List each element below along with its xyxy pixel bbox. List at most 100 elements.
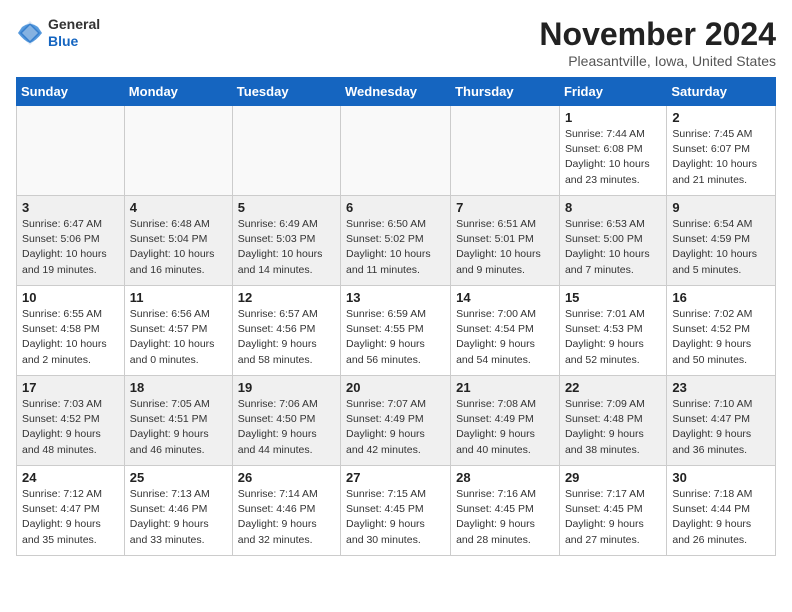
day-info: Sunrise: 7:15 AM Sunset: 4:45 PM Dayligh…	[346, 487, 445, 548]
day-info: Sunrise: 7:45 AM Sunset: 6:07 PM Dayligh…	[672, 127, 770, 188]
day-number: 14	[456, 290, 554, 305]
weekday-header-sunday: Sunday	[17, 78, 125, 106]
day-number: 11	[130, 290, 227, 305]
calendar-cell	[451, 106, 560, 196]
day-number: 18	[130, 380, 227, 395]
day-number: 13	[346, 290, 445, 305]
day-info: Sunrise: 7:03 AM Sunset: 4:52 PM Dayligh…	[22, 397, 119, 458]
day-number: 6	[346, 200, 445, 215]
calendar-cell: 5 Sunrise: 6:49 AM Sunset: 5:03 PM Daylig…	[232, 196, 340, 286]
day-number: 25	[130, 470, 227, 485]
day-info: Sunrise: 7:05 AM Sunset: 4:51 PM Dayligh…	[130, 397, 227, 458]
calendar-cell: 15Sunrise: 7:01 AM Sunset: 4:53 PM Dayli…	[559, 286, 666, 376]
page-header: General Blue November 2024 Pleasantville…	[16, 16, 776, 69]
day-number: 22	[565, 380, 661, 395]
day-number: 1	[565, 110, 661, 125]
calendar-cell: 12 Sunrise: 6:57 AM Sunset: 4:56 PM Dayli…	[232, 286, 340, 376]
day-info: Sunrise: 7:02 AM Sunset: 4:52 PM Dayligh…	[672, 307, 770, 368]
calendar-week-row-5: 24 Sunrise: 7:12 AM Sunset: 4:47 PM Dayli…	[17, 466, 776, 556]
day-info: Sunrise: 7:00 AM Sunset: 4:54 PM Dayligh…	[456, 307, 554, 368]
calendar-cell: 29 Sunrise: 7:17 AM Sunset: 4:45 PM Dayli…	[559, 466, 666, 556]
day-info: Sunrise: 7:17 AM Sunset: 4:45 PM Dayligh…	[565, 487, 661, 548]
calendar-week-row-2: 3 Sunrise: 6:47 AM Sunset: 5:06 PM Daylig…	[17, 196, 776, 286]
calendar-cell: 2 Sunrise: 7:45 AM Sunset: 6:07 PM Daylig…	[667, 106, 776, 196]
day-number: 28	[456, 470, 554, 485]
calendar-cell: 21 Sunrise: 7:08 AM Sunset: 4:49 PM Dayli…	[451, 376, 560, 466]
day-info: Sunrise: 6:59 AM Sunset: 4:55 PM Dayligh…	[346, 307, 445, 368]
weekday-header-tuesday: Tuesday	[232, 78, 340, 106]
calendar-cell: 13 Sunrise: 6:59 AM Sunset: 4:55 PM Dayli…	[341, 286, 451, 376]
day-info: Sunrise: 6:47 AM Sunset: 5:06 PM Dayligh…	[22, 217, 119, 278]
weekday-header-monday: Monday	[124, 78, 232, 106]
calendar-cell	[341, 106, 451, 196]
day-info: Sunrise: 6:54 AM Sunset: 4:59 PM Dayligh…	[672, 217, 770, 278]
day-info: Sunrise: 7:08 AM Sunset: 4:49 PM Dayligh…	[456, 397, 554, 458]
day-info: Sunrise: 6:56 AM Sunset: 4:57 PM Dayligh…	[130, 307, 227, 368]
calendar-cell: 28 Sunrise: 7:16 AM Sunset: 4:45 PM Dayli…	[451, 466, 560, 556]
day-info: Sunrise: 6:50 AM Sunset: 5:02 PM Dayligh…	[346, 217, 445, 278]
day-info: Sunrise: 6:51 AM Sunset: 5:01 PM Dayligh…	[456, 217, 554, 278]
day-number: 2	[672, 110, 770, 125]
day-number: 19	[238, 380, 335, 395]
calendar-cell: 17 Sunrise: 7:03 AM Sunset: 4:52 PM Dayli…	[17, 376, 125, 466]
calendar-cell: 25Sunrise: 7:13 AM Sunset: 4:46 PM Dayli…	[124, 466, 232, 556]
day-number: 17	[22, 380, 119, 395]
day-info: Sunrise: 6:48 AM Sunset: 5:04 PM Dayligh…	[130, 217, 227, 278]
calendar-cell: 7Sunrise: 6:51 AM Sunset: 5:01 PM Daylig…	[451, 196, 560, 286]
calendar-cell: 22 Sunrise: 7:09 AM Sunset: 4:48 PM Dayli…	[559, 376, 666, 466]
day-info: Sunrise: 7:07 AM Sunset: 4:49 PM Dayligh…	[346, 397, 445, 458]
weekday-header-friday: Friday	[559, 78, 666, 106]
calendar-cell: 24 Sunrise: 7:12 AM Sunset: 4:47 PM Dayli…	[17, 466, 125, 556]
calendar-week-row-3: 10 Sunrise: 6:55 AM Sunset: 4:58 PM Dayli…	[17, 286, 776, 376]
day-number: 21	[456, 380, 554, 395]
day-number: 12	[238, 290, 335, 305]
calendar-cell: 1Sunrise: 7:44 AM Sunset: 6:08 PM Daylig…	[559, 106, 666, 196]
day-number: 5	[238, 200, 335, 215]
day-info: Sunrise: 7:10 AM Sunset: 4:47 PM Dayligh…	[672, 397, 770, 458]
calendar-cell: 26 Sunrise: 7:14 AM Sunset: 4:46 PM Dayli…	[232, 466, 340, 556]
day-info: Sunrise: 6:55 AM Sunset: 4:58 PM Dayligh…	[22, 307, 119, 368]
calendar-cell	[124, 106, 232, 196]
day-info: Sunrise: 7:09 AM Sunset: 4:48 PM Dayligh…	[565, 397, 661, 458]
day-info: Sunrise: 6:53 AM Sunset: 5:00 PM Dayligh…	[565, 217, 661, 278]
calendar-cell: 3 Sunrise: 6:47 AM Sunset: 5:06 PM Daylig…	[17, 196, 125, 286]
calendar-cell: 23 Sunrise: 7:10 AM Sunset: 4:47 PM Dayli…	[667, 376, 776, 466]
day-number: 4	[130, 200, 227, 215]
calendar-cell: 6 Sunrise: 6:50 AM Sunset: 5:02 PM Daylig…	[341, 196, 451, 286]
location-text: Pleasantville, Iowa, United States	[539, 53, 776, 69]
day-info: Sunrise: 7:06 AM Sunset: 4:50 PM Dayligh…	[238, 397, 335, 458]
day-number: 10	[22, 290, 119, 305]
calendar-cell	[17, 106, 125, 196]
calendar-cell	[232, 106, 340, 196]
weekday-header-wednesday: Wednesday	[341, 78, 451, 106]
day-number: 27	[346, 470, 445, 485]
logo-icon	[16, 19, 44, 47]
weekday-header-saturday: Saturday	[667, 78, 776, 106]
day-number: 29	[565, 470, 661, 485]
day-info: Sunrise: 6:49 AM Sunset: 5:03 PM Dayligh…	[238, 217, 335, 278]
calendar-cell: 19 Sunrise: 7:06 AM Sunset: 4:50 PM Dayli…	[232, 376, 340, 466]
day-info: Sunrise: 7:16 AM Sunset: 4:45 PM Dayligh…	[456, 487, 554, 548]
day-number: 15	[565, 290, 661, 305]
day-number: 9	[672, 200, 770, 215]
day-number: 26	[238, 470, 335, 485]
logo-text: General Blue	[48, 16, 100, 50]
calendar-week-row-4: 17 Sunrise: 7:03 AM Sunset: 4:52 PM Dayli…	[17, 376, 776, 466]
day-number: 16	[672, 290, 770, 305]
day-number: 24	[22, 470, 119, 485]
logo: General Blue	[16, 16, 100, 50]
calendar-cell: 14 Sunrise: 7:00 AM Sunset: 4:54 PM Dayli…	[451, 286, 560, 376]
weekday-header-row: SundayMondayTuesdayWednesdayThursdayFrid…	[17, 78, 776, 106]
day-number: 23	[672, 380, 770, 395]
day-info: Sunrise: 6:57 AM Sunset: 4:56 PM Dayligh…	[238, 307, 335, 368]
calendar-cell: 11 Sunrise: 6:56 AM Sunset: 4:57 PM Dayli…	[124, 286, 232, 376]
logo-blue-text: Blue	[48, 33, 100, 50]
title-area: November 2024 Pleasantville, Iowa, Unite…	[539, 16, 776, 69]
day-info: Sunrise: 7:12 AM Sunset: 4:47 PM Dayligh…	[22, 487, 119, 548]
day-info: Sunrise: 7:14 AM Sunset: 4:46 PM Dayligh…	[238, 487, 335, 548]
day-number: 30	[672, 470, 770, 485]
day-number: 3	[22, 200, 119, 215]
calendar-cell: 10 Sunrise: 6:55 AM Sunset: 4:58 PM Dayli…	[17, 286, 125, 376]
calendar-cell: 30Sunrise: 7:18 AM Sunset: 4:44 PM Dayli…	[667, 466, 776, 556]
month-title: November 2024	[539, 16, 776, 53]
